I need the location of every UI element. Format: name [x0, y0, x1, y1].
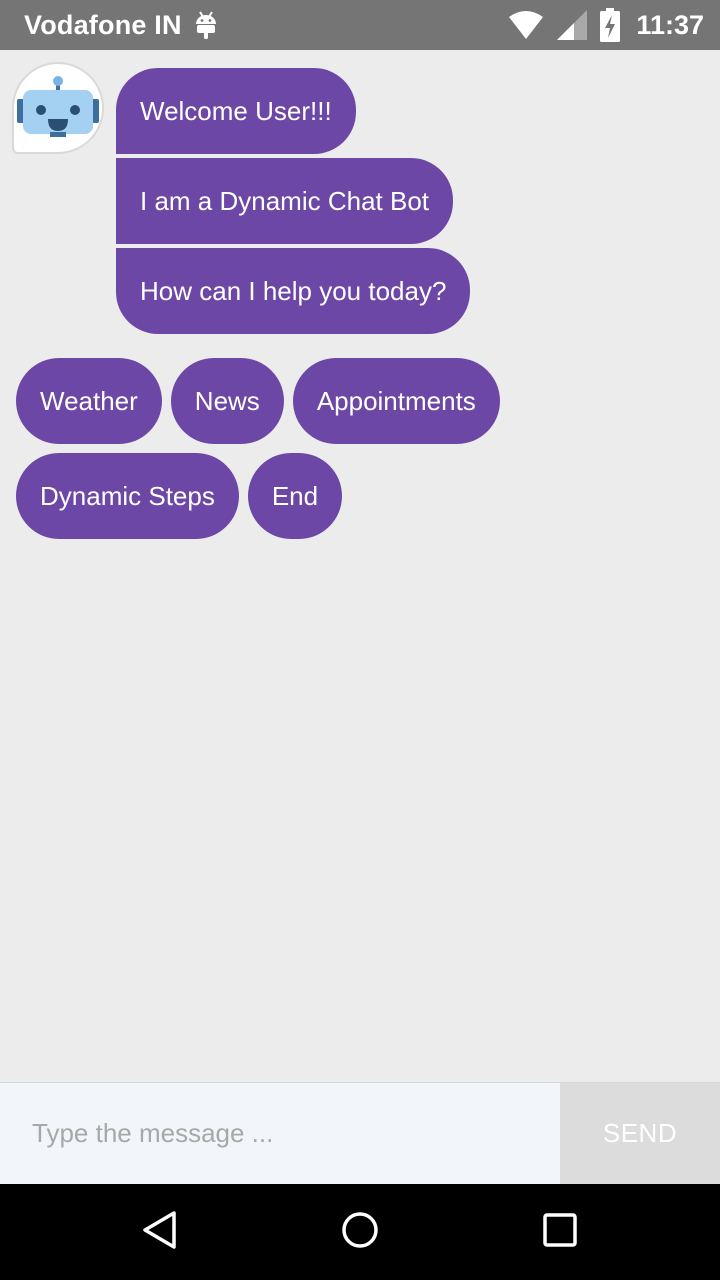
navigation-bar [0, 1184, 720, 1280]
robot-icon [17, 75, 99, 142]
status-right: 11:37 [508, 8, 704, 42]
message-input[interactable] [0, 1083, 560, 1184]
carrier-name: Vodafone IN [24, 9, 182, 40]
chat-bubble: Welcome User!!! [116, 68, 356, 154]
quick-reply-news[interactable]: News [170, 358, 284, 444]
status-left: Vodafone IN [24, 10, 218, 41]
status-bar: Vodafone IN 11:37 [0, 0, 720, 50]
wifi-icon [508, 10, 544, 40]
send-button[interactable]: SEND [560, 1083, 720, 1184]
android-icon [194, 10, 218, 40]
back-button[interactable] [120, 1204, 200, 1260]
quick-reply-end[interactable]: End [247, 453, 343, 539]
home-icon [340, 1210, 380, 1255]
quick-reply-weather[interactable]: Weather [16, 358, 162, 444]
chat-bubble: I am a Dynamic Chat Bot [116, 158, 453, 244]
quick-replies: Weather News Appointments Dynamic Steps … [16, 358, 636, 539]
bot-messages: Welcome User!!! I am a Dynamic Chat Bot … [116, 68, 471, 334]
bot-avatar [12, 62, 104, 154]
message-composer: SEND [0, 1082, 720, 1184]
signal-icon [556, 9, 588, 41]
battery-charging-icon [600, 8, 621, 42]
quick-reply-appointments[interactable]: Appointments [292, 358, 500, 444]
quick-reply-dynamic-steps[interactable]: Dynamic Steps [16, 453, 239, 539]
back-icon [140, 1210, 180, 1255]
recents-button[interactable] [520, 1204, 600, 1260]
home-button[interactable] [320, 1204, 400, 1260]
recents-icon [540, 1210, 580, 1255]
clock: 11:37 [636, 9, 704, 40]
chat-bubble: How can I help you today? [116, 248, 471, 334]
